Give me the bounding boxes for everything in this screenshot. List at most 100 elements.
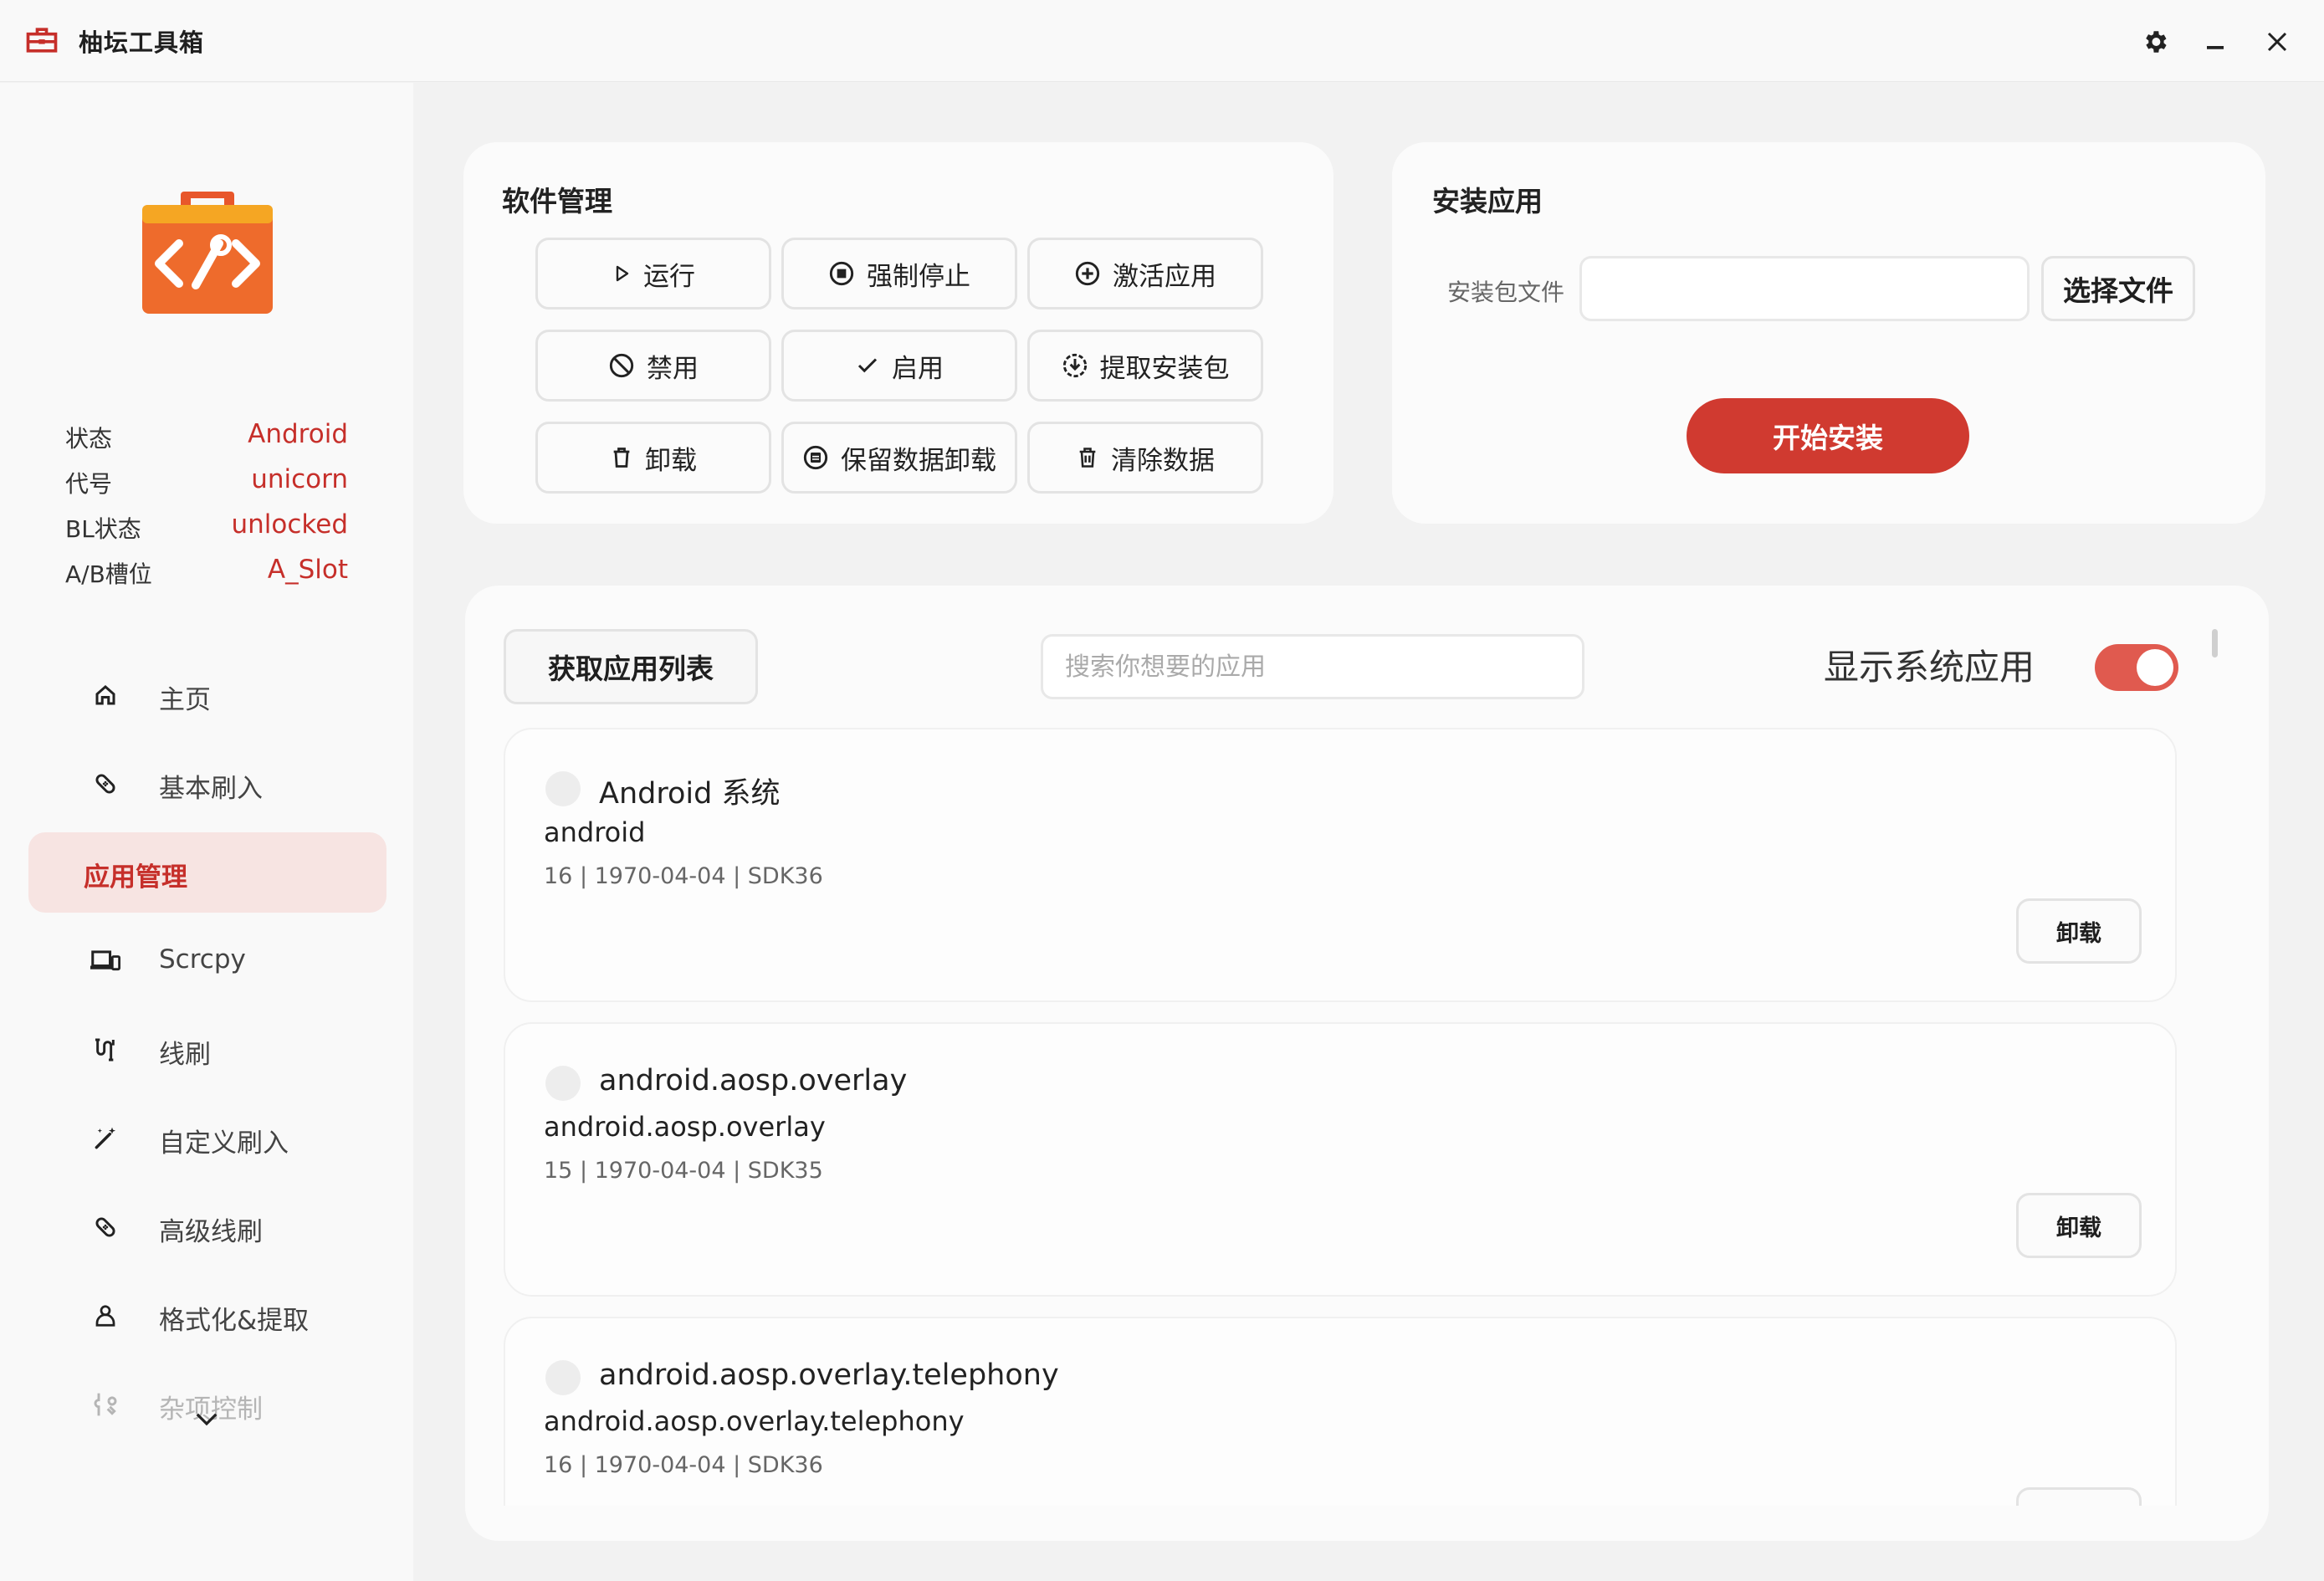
status-key: A/B槽位 <box>65 560 152 588</box>
button-label: 卸载 <box>2056 920 2101 947</box>
status-row-slot: A/B槽位 A_Slot <box>65 553 348 593</box>
button-label: 选择文件 <box>2063 274 2173 307</box>
app-icon <box>545 1360 581 1395</box>
choose-file-button[interactable]: 选择文件 <box>2041 256 2195 321</box>
show-system-apps-toggle[interactable] <box>2095 644 2178 691</box>
chevron-down-icon[interactable] <box>194 1411 219 1431</box>
run-button[interactable]: 运行 <box>535 238 771 310</box>
button-label: 启用 <box>892 353 944 384</box>
app-name: android.aosp.overlay <box>599 1064 908 1097</box>
uninstall-button[interactable]: 卸载 <box>2016 898 2142 964</box>
status-row-bootloader: BL状态 unlocked <box>65 508 348 548</box>
extract-apk-button[interactable]: 提取安装包 <box>1027 330 1263 402</box>
fetch-app-list-button[interactable]: 获取应用列表 <box>504 629 758 704</box>
status-key: BL状态 <box>65 515 141 543</box>
bandage-icon <box>90 769 120 799</box>
check-icon <box>857 358 878 373</box>
app-title: 柚坛工具箱 <box>79 28 205 57</box>
button-label: 激活应用 <box>1113 261 1216 292</box>
tools-icon <box>90 1389 120 1420</box>
sidebar: 状态 Android 代号 unicorn BL状态 unlocked A/B槽… <box>0 83 413 1581</box>
nav-item-label: 格式化&提取 <box>159 1306 310 1336</box>
search-input[interactable] <box>1041 634 1584 699</box>
button-label: 获取应用列表 <box>548 652 714 685</box>
nav-item-label: 基本刷入 <box>159 774 263 804</box>
apk-file-input[interactable] <box>1579 256 2030 321</box>
status-row-codename: 代号 unicorn <box>65 463 348 503</box>
app-meta: 15 | 1970-04-04 | SDK35 <box>544 1158 823 1184</box>
button-label: 清除数据 <box>1111 445 1215 476</box>
scrollbar-thumb[interactable] <box>2212 629 2218 657</box>
nav-item-home[interactable]: 主页 <box>28 655 386 735</box>
nav-item-app-management[interactable]: 应用管理 <box>28 832 386 913</box>
chat-icon[interactable] <box>273 1577 320 1581</box>
button-label: 保留数据卸载 <box>841 445 996 476</box>
status-key: 状态 <box>65 425 113 453</box>
brand-logo-icon <box>141 192 274 315</box>
nav-item-basic-flash[interactable]: 基本刷入 <box>28 744 386 824</box>
enable-button[interactable]: 启用 <box>781 330 1017 402</box>
clear-data-button[interactable]: 清除数据 <box>1027 422 1263 494</box>
app-meta: 16 | 1970-04-04 | SDK36 <box>544 863 823 889</box>
nav-item-custom-flash[interactable]: 自定义刷入 <box>28 1098 386 1179</box>
minimize-icon[interactable] <box>2192 18 2239 65</box>
show-system-apps-label: 显示系统应用 <box>1824 647 2035 688</box>
gear-icon[interactable] <box>2132 18 2178 65</box>
app-list: Android 系统 android 16 | 1970-04-04 | SDK… <box>504 728 2177 1506</box>
app-package: android <box>544 816 646 848</box>
nav-item-line-flash[interactable]: 线刷 <box>28 1010 386 1090</box>
github-icon[interactable] <box>184 1577 231 1581</box>
nav-item-misc-control[interactable]: 杂项控制 <box>28 1364 386 1445</box>
app-meta: 16 | 1970-04-04 | SDK36 <box>544 1452 823 1478</box>
app-icon <box>545 771 581 806</box>
uninstall-button[interactable]: 卸载 <box>2016 1193 2142 1258</box>
nav-item-label: 自定义刷入 <box>159 1128 289 1159</box>
uninstall-button[interactable]: 卸载 <box>535 422 771 494</box>
disable-button[interactable]: 禁用 <box>535 330 771 402</box>
app-package: android.aosp.overlay <box>544 1111 826 1143</box>
button-label: 运行 <box>643 261 695 292</box>
nav-item-scrcpy[interactable]: Scrcpy <box>28 921 386 1001</box>
list-item[interactable]: Android 系统 android 16 | 1970-04-04 | SDK… <box>504 728 2177 1002</box>
button-label: 卸载 <box>2056 1215 2101 1241</box>
status-value: A_Slot <box>267 555 348 585</box>
cable-icon <box>90 1035 120 1065</box>
terminal-icon[interactable] <box>94 1577 141 1581</box>
uninstall-keep-data-button[interactable]: 保留数据卸载 <box>781 422 1017 494</box>
list-item[interactable]: android.aosp.overlay android.aosp.overla… <box>504 1022 2177 1297</box>
button-label: 强制停止 <box>867 261 970 292</box>
stop-icon <box>829 261 854 286</box>
card-title: 软件管理 <box>502 185 612 217</box>
play-icon <box>616 265 629 282</box>
nav-item-label: Scrcpy <box>159 944 246 975</box>
close-icon[interactable] <box>2254 18 2301 65</box>
status-value: unicorn <box>251 464 348 494</box>
activate-app-button[interactable]: 激活应用 <box>1027 238 1263 310</box>
nav-item-advanced-line-flash[interactable]: 高级线刷 <box>28 1187 386 1267</box>
title-bar: 柚坛工具箱 <box>0 0 2324 82</box>
card-title: 安装应用 <box>1432 185 1543 217</box>
apk-file-label: 安装包文件 <box>1447 279 1565 306</box>
person-icon <box>90 1301 120 1331</box>
status-value: Android <box>248 419 348 449</box>
devices-icon <box>90 946 120 976</box>
app-name: Android 系统 <box>599 777 781 811</box>
uninstall-button[interactable]: 卸载 <box>2016 1487 2142 1506</box>
nav-item-format-extract[interactable]: 格式化&提取 <box>28 1276 386 1356</box>
block-icon <box>609 353 634 378</box>
trash-icon <box>613 448 630 468</box>
nav-item-label: 应用管理 <box>84 862 187 893</box>
nav-item-label: 线刷 <box>159 1040 211 1070</box>
download-circle-icon <box>1062 353 1087 378</box>
app-icon <box>545 1066 581 1101</box>
start-install-button[interactable]: 开始安装 <box>1687 398 1969 473</box>
status-key: 代号 <box>65 470 113 498</box>
list-item[interactable]: android.aosp.overlay.telephony android.a… <box>504 1317 2177 1506</box>
status-value: unlocked <box>231 509 348 540</box>
button-label: 卸载 <box>645 445 697 476</box>
nav-item-label: 高级线刷 <box>159 1217 263 1247</box>
toolbox-icon <box>23 22 60 59</box>
toggle-knob <box>2137 649 2173 686</box>
force-stop-button[interactable]: 强制停止 <box>781 238 1017 310</box>
app-name: android.aosp.overlay.telephony <box>599 1358 1059 1392</box>
